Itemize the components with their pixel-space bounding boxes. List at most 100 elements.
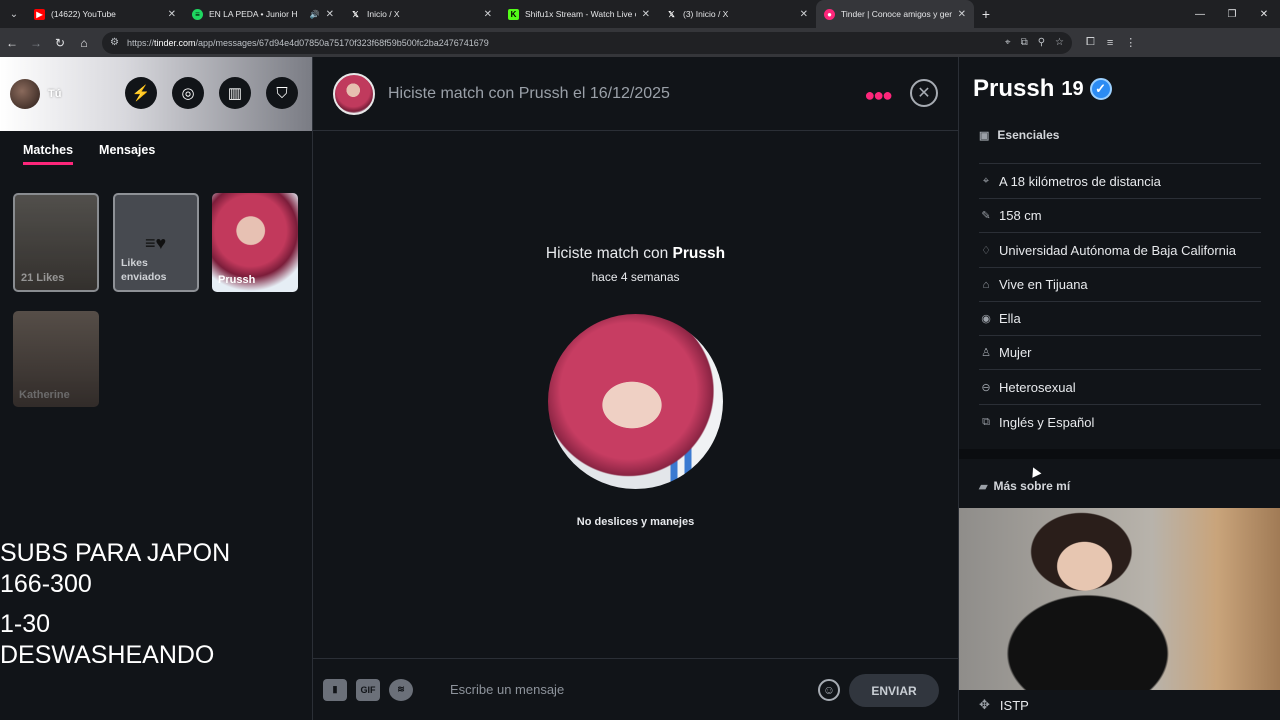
contact-card-icon[interactable]: ▮: [323, 678, 347, 701]
reload-icon[interactable]: ↻: [48, 36, 72, 50]
tab-kick-stream[interactable]: K Shifu1x Stream - Watch Live on ✕: [500, 0, 658, 28]
zoom-icon[interactable]: ⚲: [1038, 37, 1045, 48]
info-school: ♢ Universidad Autónoma de Baja California: [979, 234, 1261, 268]
sidebar-tabs: Matches Mensajes: [0, 131, 312, 165]
restore-icon[interactable]: ❐: [1216, 9, 1248, 20]
verified-badge-icon: ✓: [1089, 78, 1112, 100]
info-orientation: ⊖ Heterosexual: [979, 371, 1261, 405]
extensions-icon[interactable]: ⧠: [1086, 36, 1095, 49]
close-icon[interactable]: ✕: [168, 9, 176, 20]
send-button[interactable]: ENVIAR: [849, 674, 939, 707]
match-card-katherine[interactable]: Katherine: [13, 311, 99, 407]
avatar[interactable]: [10, 79, 40, 109]
likes-card[interactable]: 21 Likes: [13, 193, 99, 292]
id-card-icon: ▣: [979, 129, 990, 142]
url-scheme: https://: [126, 37, 154, 48]
close-icon[interactable]: ✕: [800, 9, 808, 20]
back-icon[interactable]: ←: [0, 36, 24, 50]
youtube-icon: ▶: [34, 8, 45, 20]
avatar[interactable]: [333, 72, 375, 115]
location-pin-icon: ⌖: [982, 175, 990, 187]
url-field[interactable]: ⚙ https://tinder.com/app/messages/67d94e…: [102, 31, 1072, 54]
message-input[interactable]: [450, 677, 810, 702]
tab-spotify[interactable]: ≡ EN LA PEDA • Junior H 🔊 ✕: [184, 0, 342, 28]
likes-sent-card[interactable]: ≡♥ Likes enviados: [113, 193, 199, 292]
window-controls: — ❐ ✕: [1184, 9, 1280, 20]
info-distance: ⌖ A 18 kilómetros de distancia: [979, 165, 1261, 199]
tab-tinder[interactable]: ● Tinder | Conoce amigos y gente ✕: [816, 0, 974, 28]
tab-title: (3) Inicio / X: [683, 9, 729, 19]
url-path: /app/messages/67d94e4d07850a75170f323f68…: [195, 37, 489, 48]
forward-icon[interactable]: →: [24, 36, 48, 50]
webcam-overlay: [959, 508, 1280, 690]
chat-title: Hiciste match con Prussh el 16/12/2025: [388, 84, 670, 102]
chat-panel: Hiciste match con Prussh el 16/12/2025 ●…: [313, 57, 958, 720]
my-profile-label[interactable]: Tú: [48, 88, 61, 100]
info-gender: ♙ Mujer: [979, 336, 1261, 370]
tab-x-home[interactable]: 𝕏 Inicio / X ✕: [342, 0, 500, 28]
location-icon[interactable]: ⌖: [1005, 37, 1011, 48]
match-photo[interactable]: [548, 314, 723, 489]
media-control-icon[interactable]: ≡: [1107, 37, 1113, 49]
tab-title: EN LA PEDA • Junior H: [209, 9, 298, 19]
install-icon[interactable]: ⧉: [1021, 37, 1028, 48]
more-options-icon[interactable]: ●●●: [864, 85, 893, 106]
tab-title: (14622) YouTube: [51, 9, 116, 19]
explore-icon[interactable]: ◎: [172, 77, 204, 109]
tab-search-icon[interactable]: ⌄: [2, 4, 26, 24]
pronoun-icon: ◉: [981, 313, 991, 325]
speaker-icon[interactable]: 🔊: [310, 10, 320, 19]
match-time: hace 4 semanas: [591, 270, 680, 284]
emoji-icon[interactable]: ☺: [818, 679, 840, 701]
likes-count-label: 21 Likes: [21, 272, 65, 284]
close-icon[interactable]: ✕: [958, 9, 966, 20]
close-icon[interactable]: ✕: [910, 79, 938, 107]
section-title-esenciales: ▣ Esenciales: [979, 128, 1060, 142]
menu-icon[interactable]: ⋮: [1125, 36, 1136, 49]
stream-overlay-text: SUBS PARA JAPON 166-300: [0, 538, 230, 599]
url-host: tinder.com: [153, 37, 196, 48]
home-icon[interactable]: ⌂: [72, 36, 96, 50]
match-name-label: Katherine: [19, 389, 70, 401]
briefcase-icon[interactable]: ▥: [219, 77, 251, 109]
message-composer: ▮ GIF ≋ ☺ ENVIAR: [313, 658, 958, 720]
heart-list-icon: ≡♥: [145, 233, 167, 253]
orientation-icon: ⊖: [981, 382, 991, 394]
language-icon: ⧉: [982, 415, 990, 428]
new-tab-button[interactable]: +: [974, 6, 998, 22]
close-icon[interactable]: ✕: [484, 9, 492, 20]
spotify-icon[interactable]: ≋: [389, 678, 413, 701]
likes-sent-label: Likes enviados: [121, 256, 167, 283]
tab-matches[interactable]: Matches: [23, 143, 74, 165]
extensions-area: ⧠ ≡ J ⋮: [958, 36, 1136, 101]
site-info-icon[interactable]: ⚙: [110, 37, 119, 48]
sidebar-header: Tú ⚡ ◎ ▥ ⛉: [0, 57, 312, 131]
close-window-icon[interactable]: ✕: [1248, 9, 1280, 20]
x-icon: 𝕏: [668, 9, 675, 19]
profile-age: 19: [1061, 77, 1084, 100]
chat-header: Hiciste match con Prussh el 16/12/2025 ●…: [313, 57, 958, 131]
minimize-icon[interactable]: —: [1184, 9, 1216, 20]
gif-icon[interactable]: GIF: [356, 678, 380, 701]
bookmark-star-icon[interactable]: ☆: [1055, 37, 1064, 48]
close-icon[interactable]: ✕: [326, 9, 334, 20]
info-languages: ⧉ Inglés y Español: [979, 405, 1261, 439]
tinder-icon: ●: [824, 8, 835, 20]
tab-youtube[interactable]: ▶ (14622) YouTube ✕: [26, 0, 184, 28]
overlay-line: 1-30: [0, 610, 51, 638]
kick-icon: K: [508, 8, 519, 20]
close-icon[interactable]: ✕: [642, 9, 650, 20]
ruler-icon: ✎: [981, 210, 991, 222]
profile-panel: Prussh 19 ✓ ▣ Esenciales ⌖ A 18 kilómetro…: [958, 57, 1280, 720]
match-info: Hiciste match con Prussh hace 4 semanas: [313, 245, 958, 284]
tab-x-home-2[interactable]: 𝕏 (3) Inicio / X ✕: [658, 0, 816, 28]
boost-icon[interactable]: ⚡: [125, 77, 157, 109]
tab-title: Inicio / X: [367, 9, 400, 19]
match-card-prussh[interactable]: Prussh: [212, 193, 298, 292]
overlay-line: 166-300: [0, 569, 92, 598]
address-bar: ← → ↻ ⌂ ⚙ https://tinder.com/app/message…: [0, 28, 1280, 101]
shield-icon[interactable]: ⛉: [266, 77, 298, 109]
spotify-icon: ≡: [192, 8, 203, 20]
section-divider: [959, 449, 1280, 459]
tab-mensajes[interactable]: Mensajes: [99, 143, 155, 165]
